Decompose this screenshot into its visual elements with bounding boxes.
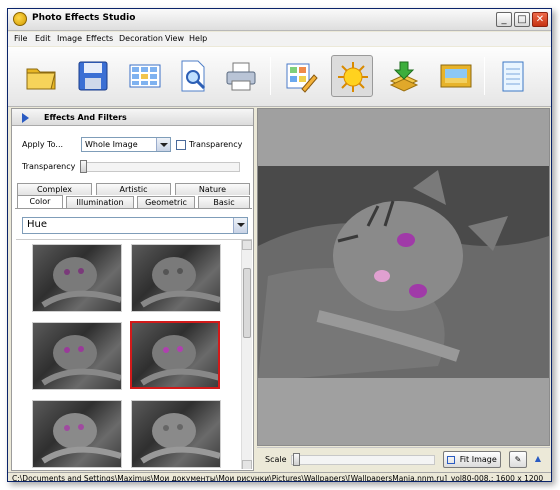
panel-arrow-icon	[22, 113, 29, 123]
status-file-path: C:\Documents and Settings\Maximus\Мои до…	[12, 474, 544, 482]
thumbnails-scrollbar[interactable]	[241, 240, 252, 469]
cat-thumbnail-image	[41, 335, 121, 386]
arrow-up-icon: ▲	[534, 454, 542, 463]
title-bar[interactable]: Photo Effects Studio _ □ ✕	[8, 9, 551, 31]
nav-up-button[interactable]: ▲	[530, 451, 546, 468]
apply-to-label: Apply To...	[22, 140, 64, 149]
image-canvas[interactable]	[258, 166, 549, 378]
chevron-down-icon[interactable]	[156, 138, 170, 151]
printer-icon	[226, 62, 256, 91]
transparency-label: Transparency	[22, 162, 76, 171]
cat-thumbnail-image	[140, 257, 220, 308]
chevron-down-icon[interactable]	[233, 218, 247, 233]
print-preview-button[interactable]	[172, 55, 214, 97]
maximize-button[interactable]: □	[514, 12, 530, 27]
cat-thumbnail-image	[140, 335, 218, 386]
scale-label: Scale	[265, 455, 287, 464]
scrollbar-thumb[interactable]	[243, 268, 251, 338]
fit-image-button[interactable]: Fit Image	[443, 451, 501, 468]
notepad-button[interactable]	[492, 55, 534, 97]
save-disk-icon	[78, 61, 108, 91]
edit-pencil-button[interactable]: ✎	[509, 451, 527, 468]
menu-help[interactable]: Help	[189, 34, 207, 43]
effect-thumbnail[interactable]	[131, 244, 221, 312]
tab-color[interactable]: Color	[17, 195, 63, 208]
menu-file[interactable]: File	[14, 34, 27, 43]
scale-bar: Scale Fit Image ✎ ▲	[257, 447, 550, 471]
apply-to-value: Whole Image	[85, 140, 138, 149]
effect-thumbnail[interactable]	[32, 400, 122, 468]
save-button[interactable]	[72, 55, 114, 97]
transparency-slider[interactable]	[80, 162, 240, 172]
filter-value: Hue	[27, 219, 48, 230]
app-logo-icon	[13, 12, 27, 26]
toolbar	[8, 47, 551, 107]
app-window: Photo Effects Studio _ □ ✕ File Edit Ima…	[7, 8, 552, 482]
toolbar-separator	[270, 57, 271, 95]
scale-slider-thumb[interactable]	[293, 453, 300, 466]
toolbar-separator	[484, 57, 485, 95]
open-folder-icon	[26, 68, 56, 90]
transparency-slider-thumb[interactable]	[80, 160, 87, 173]
cat-thumbnail-image	[41, 257, 121, 308]
scale-slider[interactable]	[291, 455, 435, 465]
effect-thumbnails	[16, 239, 252, 469]
scroll-up-button[interactable]	[242, 240, 252, 250]
transparency-checkbox-label: Transparency	[189, 140, 243, 149]
layers-download-icon	[389, 61, 419, 92]
cat-thumbnail-image	[140, 413, 220, 464]
minimize-button[interactable]: _	[496, 12, 512, 27]
sun-effects-icon	[338, 62, 368, 92]
transparency-checkbox[interactable]	[176, 140, 186, 150]
window-title: Photo Effects Studio	[32, 13, 136, 23]
layers-button[interactable]	[383, 55, 425, 97]
menu-edit[interactable]: Edit	[35, 34, 51, 43]
tab-artistic[interactable]: Artistic	[96, 183, 171, 195]
panel-header: Effects And Filters	[12, 109, 253, 126]
menu-decoration[interactable]: Decoration	[119, 34, 163, 43]
effect-thumbnail-selected[interactable]	[130, 321, 220, 389]
print-preview-icon	[181, 60, 206, 92]
menu-effects[interactable]: Effects	[86, 34, 113, 43]
apply-to-select[interactable]: Whole Image	[81, 137, 171, 152]
menu-view[interactable]: View	[165, 34, 184, 43]
frame-picture-icon	[440, 64, 472, 88]
tab-complex[interactable]: Complex	[17, 183, 92, 195]
pencil-icon: ✎	[514, 455, 522, 464]
edit-button[interactable]	[280, 55, 322, 97]
scroll-down-button[interactable]	[242, 460, 252, 469]
close-button[interactable]: ✕	[532, 12, 548, 27]
filter-select[interactable]: Hue	[22, 217, 248, 234]
effect-thumbnail[interactable]	[32, 322, 122, 390]
cat-photo	[258, 166, 549, 378]
cat-thumbnail-image	[41, 413, 121, 464]
filmstrip-button[interactable]	[124, 55, 166, 97]
effects-panel: Effects And Filters Apply To... Whole Im…	[11, 108, 254, 471]
print-button[interactable]	[220, 55, 262, 97]
tab-illumination[interactable]: Illumination	[66, 196, 134, 208]
tab-nature[interactable]: Nature	[175, 183, 250, 195]
panel-title: Effects And Filters	[44, 113, 127, 122]
menu-image[interactable]: Image	[57, 34, 82, 43]
effect-thumbnail[interactable]	[32, 244, 122, 312]
fit-image-label: Fit Image	[459, 455, 497, 464]
tab-geometric[interactable]: Geometric	[137, 196, 195, 208]
menu-bar: File Edit Image Effects Decoration View …	[8, 32, 551, 46]
status-bar: C:\Documents and Settings\Maximus\Мои до…	[8, 472, 551, 482]
tab-divider	[15, 208, 252, 209]
image-viewer	[257, 108, 550, 446]
frame-button[interactable]	[435, 55, 477, 97]
effects-button[interactable]	[331, 55, 373, 97]
notepad-icon	[502, 61, 524, 92]
open-button[interactable]	[20, 55, 62, 97]
filmstrip-grid-icon	[129, 64, 161, 88]
edit-grid-pencil-icon	[286, 63, 318, 93]
tab-basic[interactable]: Basic	[198, 196, 250, 208]
fit-image-icon	[447, 455, 456, 464]
effect-thumbnail[interactable]	[131, 400, 221, 468]
